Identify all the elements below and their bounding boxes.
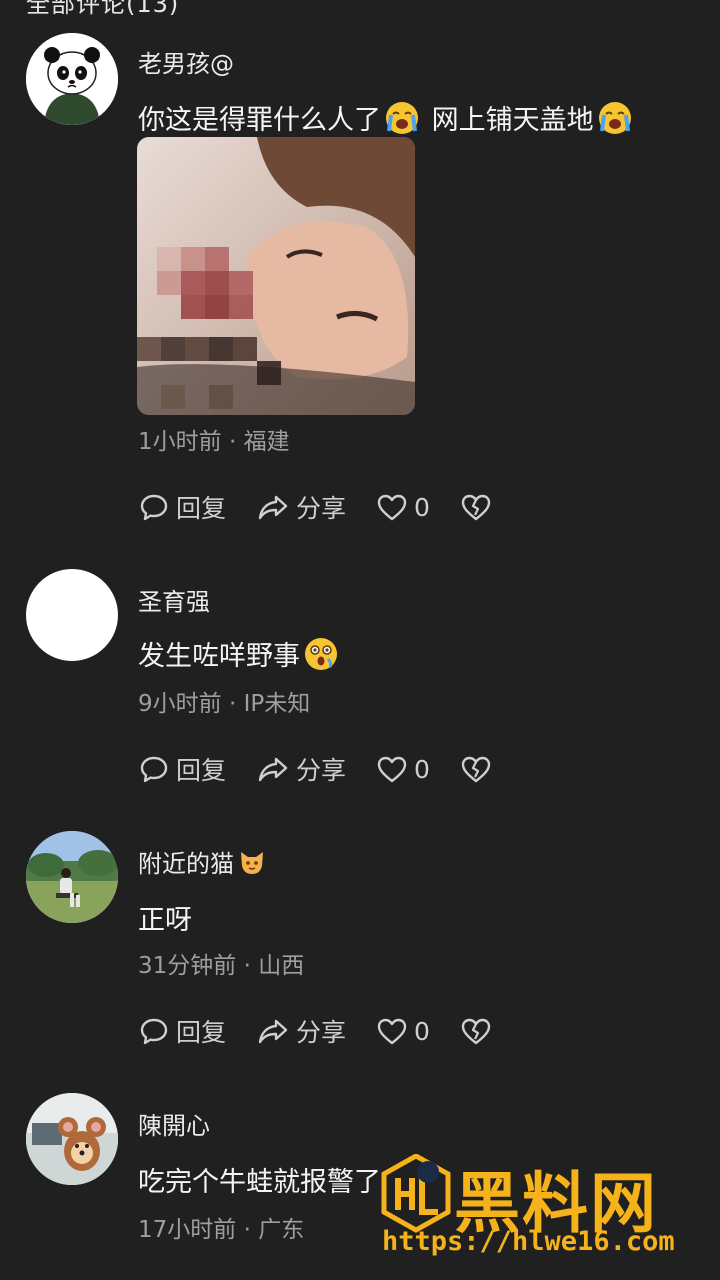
dislike-button[interactable] xyxy=(460,1016,492,1046)
comment-item: 圣育强 发生咗咩野事 9小时前 · IP未知 回复 分享 0 xyxy=(0,540,720,802)
reply-label: 回复 xyxy=(176,1018,227,1047)
comment-meta: 17小时前 · 广东 xyxy=(138,1217,305,1243)
comment-text-part: 网上铺天盖地 xyxy=(431,105,594,136)
woozy-face-icon xyxy=(304,637,338,671)
comment-actions: 回复 分享 0 xyxy=(138,752,522,786)
like-button[interactable]: 0 xyxy=(376,754,430,784)
share-button[interactable]: 分享 xyxy=(256,489,346,525)
cat-face-icon xyxy=(238,848,266,876)
like-button[interactable]: 0 xyxy=(376,492,430,522)
share-icon xyxy=(258,757,288,782)
comment-image[interactable] xyxy=(137,137,415,415)
heart-icon xyxy=(377,1018,407,1045)
username-label: 附近的猫 xyxy=(138,850,234,878)
comment-meta: 31分钟前 · 山西 xyxy=(138,953,305,979)
avatar[interactable] xyxy=(26,1093,118,1185)
avatar[interactable] xyxy=(26,831,118,923)
comment-username[interactable]: 附近的猫 xyxy=(138,844,270,879)
avatar[interactable] xyxy=(26,33,118,125)
share-icon xyxy=(258,495,288,520)
comment-bubble-icon xyxy=(140,756,168,783)
crying-face-icon xyxy=(385,101,419,135)
reply-label: 回复 xyxy=(176,756,227,785)
broken-heart-icon xyxy=(461,1018,491,1045)
heart-icon xyxy=(377,494,407,521)
comment-item: 附近的猫 正呀 31分钟前 · 山西 回复 分享 0 xyxy=(0,802,720,1064)
dislike-button[interactable] xyxy=(460,754,492,784)
share-label: 分享 xyxy=(296,756,347,785)
share-button[interactable]: 分享 xyxy=(256,751,346,787)
comment-item: 老男孩@ 你这是得罪什么人了 网上铺天盖地 1小时前 · 福建 回复 分享 0 xyxy=(0,0,720,540)
broken-heart-icon xyxy=(461,756,491,783)
share-label: 分享 xyxy=(296,1018,347,1047)
comment-text-part: 你这是得罪什么人了 xyxy=(138,105,381,136)
heart-icon xyxy=(377,756,407,783)
watermark: 黑料网 https://hlwe16.com xyxy=(380,1150,710,1268)
comment-username[interactable]: 圣育强 xyxy=(138,582,210,617)
share-label: 分享 xyxy=(296,494,347,523)
comment-meta: 1小时前 · 福建 xyxy=(138,429,290,455)
like-count: 0 xyxy=(414,492,430,522)
comment-text: 你这是得罪什么人了 网上铺天盖地 xyxy=(138,98,636,137)
comment-text: 正呀 xyxy=(138,905,192,936)
share-icon xyxy=(258,1019,288,1044)
watermark-logo-icon xyxy=(381,1154,451,1233)
like-count: 0 xyxy=(414,1016,430,1046)
like-count: 0 xyxy=(414,754,430,784)
reply-button[interactable]: 回复 xyxy=(138,751,226,787)
comment-actions: 回复 分享 0 xyxy=(138,1014,522,1048)
comment-bubble-icon xyxy=(140,1018,168,1045)
comment-username[interactable]: 陳開心 xyxy=(138,1106,210,1141)
reply-button[interactable]: 回复 xyxy=(138,489,226,525)
comment-text-part: 发生咗咩野事 xyxy=(138,641,300,672)
share-button[interactable]: 分享 xyxy=(256,1013,346,1049)
watermark-url: https://hlwe16.com xyxy=(382,1226,675,1257)
like-button[interactable]: 0 xyxy=(376,1016,430,1046)
comment-text: 发生咗咩野事 xyxy=(138,634,342,673)
comment-meta: 9小时前 · IP未知 xyxy=(138,691,311,717)
comment-actions: 回复 分享 0 xyxy=(138,490,522,524)
reply-button[interactable]: 回复 xyxy=(138,1013,226,1049)
comment-bubble-icon xyxy=(140,494,168,521)
avatar[interactable] xyxy=(26,569,118,661)
comment-username[interactable]: 老男孩@ xyxy=(138,44,234,79)
reply-label: 回复 xyxy=(176,494,227,523)
broken-heart-icon xyxy=(461,494,491,521)
comment-text: 吃完个牛蛙就报警了 xyxy=(138,1167,381,1198)
crying-face-icon xyxy=(598,101,632,135)
dislike-button[interactable] xyxy=(460,492,492,522)
